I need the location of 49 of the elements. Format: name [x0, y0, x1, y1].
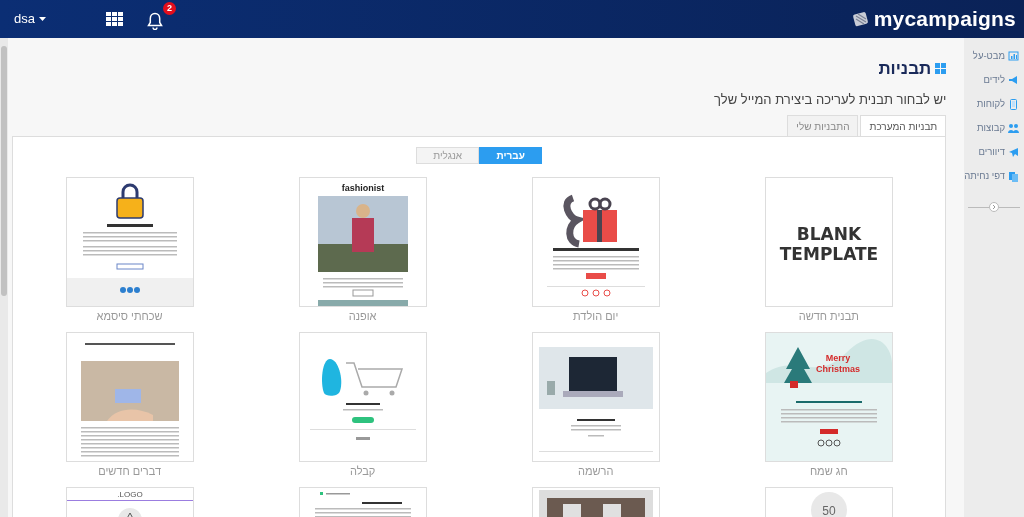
phone-icon: [1008, 98, 1019, 110]
blank-template-heading: BLANK TEMPLATE: [779, 224, 878, 264]
language-toggle-button[interactable]: עברית: [479, 147, 543, 164]
template-thumbnail[interactable]: LOGO.: [65, 487, 194, 517]
page-subtitle: יש לבחור תבנית לעריכה ביצירת המייל שלך: [713, 90, 947, 109]
collapse-toggle-icon[interactable]: [989, 202, 1000, 212]
template-name: תבנית חדשה: [798, 309, 859, 324]
template-name: קבלה: [349, 464, 376, 479]
template-name: שכחתי סיסמא: [96, 309, 163, 324]
megaphone-icon: [1008, 74, 1019, 86]
tab[interactable]: תבניות המערכת: [860, 115, 947, 137]
tiles-icon: [935, 63, 947, 75]
sidebar-item[interactable]: לידים: [964, 68, 1024, 92]
fashion-logo-text: fashionist: [341, 183, 384, 193]
notification-count-badge: 2: [162, 2, 176, 15]
discount-number: 50: [822, 504, 836, 517]
template-name: יום הולדת: [573, 309, 619, 324]
template-name: אופנה: [348, 309, 377, 324]
template-thumbnail[interactable]: [298, 332, 427, 462]
apps-grid-icon[interactable]: [105, 12, 123, 26]
template-name: הרשמה: [578, 464, 614, 479]
language-toggle-button[interactable]: אנגלית: [416, 147, 480, 164]
sidebar-item[interactable]: קבוצות: [964, 116, 1024, 140]
chart-icon: [1008, 50, 1019, 62]
template-thumbnail[interactable]: Merry Christmas: [764, 332, 893, 462]
paper-plane-icon: [1008, 146, 1019, 158]
template-thumbnail[interactable]: fashionist: [298, 177, 427, 307]
brand-name: mycampaigns: [873, 6, 1016, 33]
template-thumbnail[interactable]: BLANK TEMPLATE: [764, 177, 893, 307]
pages-icon: [1008, 170, 1019, 182]
template-thumbnail[interactable]: [531, 332, 660, 462]
caret-icon: [38, 16, 46, 22]
sidebar-item[interactable]: דפי נחיתה: [964, 164, 1024, 188]
sidebar-item[interactable]: לקוחות: [964, 92, 1024, 116]
template-name: חג שמח: [809, 464, 848, 479]
page-title: תבניות: [878, 58, 932, 80]
tab[interactable]: התבניות שלי: [787, 115, 859, 137]
user-menu[interactable]: dsa: [8, 8, 52, 30]
template-name: דברים חדשים: [98, 464, 161, 479]
sidebar-item[interactable]: מבט-על: [964, 44, 1024, 68]
notification-bell-icon[interactable]: [146, 11, 163, 30]
sidebar-item[interactable]: דיוורים: [964, 140, 1024, 164]
template-thumbnail[interactable]: [65, 332, 194, 462]
logo-icon: [851, 10, 870, 28]
people-icon: [1008, 122, 1019, 134]
logo-text: LOGO.: [116, 490, 143, 499]
greeting-heading: Merry Christmas: [815, 353, 860, 374]
template-thumbnail[interactable]: 50: [764, 487, 893, 517]
template-thumbnail[interactable]: [531, 177, 660, 307]
